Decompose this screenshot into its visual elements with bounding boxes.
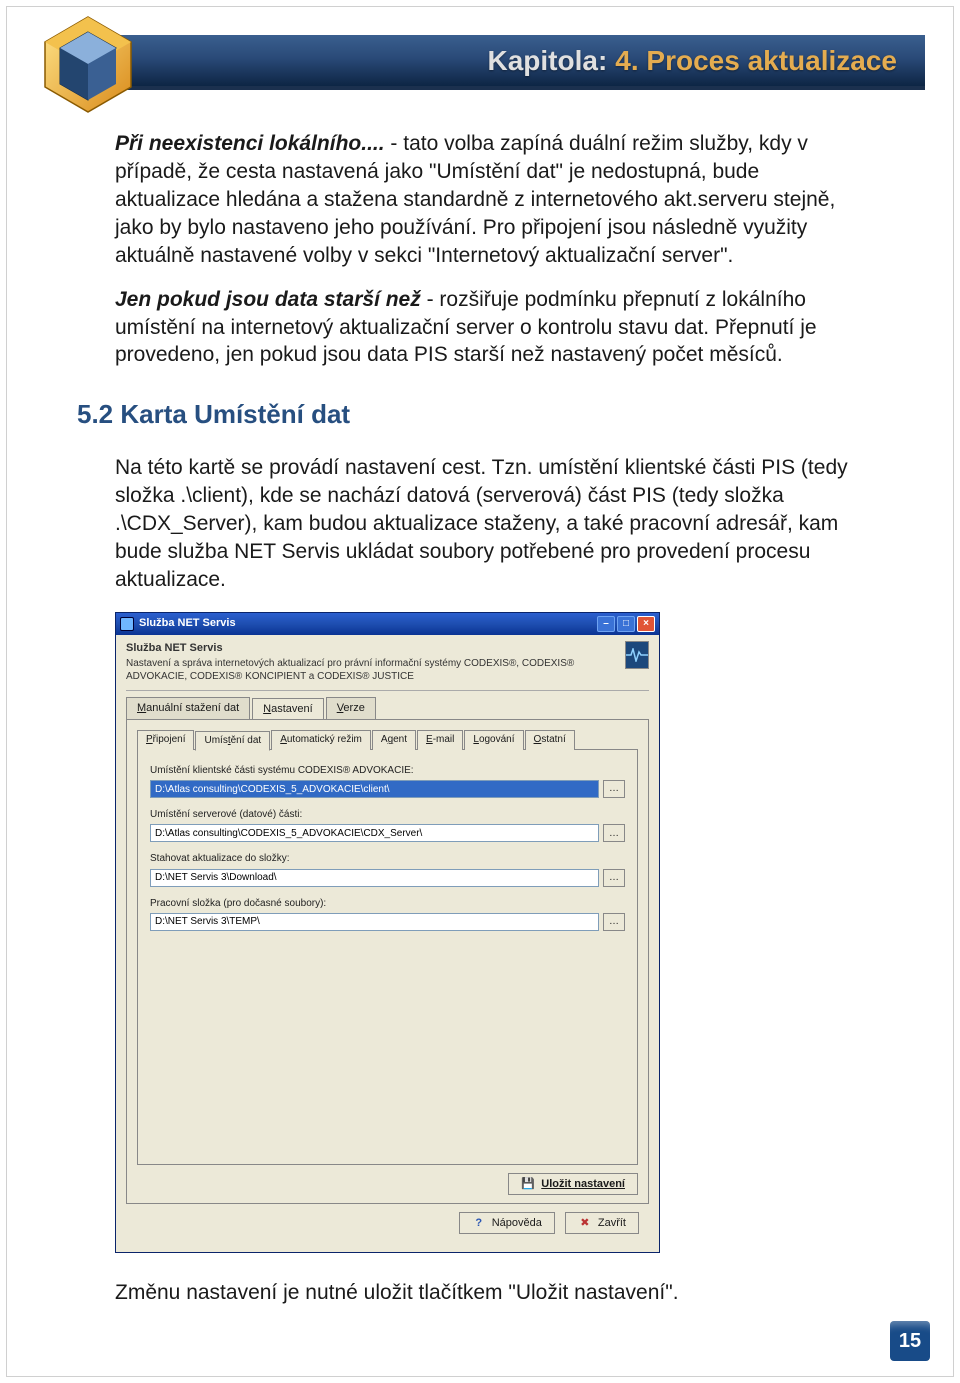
subtab-email[interactable]: E-mail bbox=[417, 730, 463, 749]
subtab-agent[interactable]: Agent bbox=[372, 730, 416, 749]
field-label: Umístění klientské části systému CODEXIS… bbox=[150, 764, 625, 777]
screenshot-window: Služba NET Servis – □ × Služba NET Servi… bbox=[115, 612, 660, 1254]
para2-lead: Jen pokud jsou data starší než bbox=[115, 288, 421, 311]
settings-panel: Připojení Umístění dat Automatický režim… bbox=[126, 719, 649, 1204]
page-number: 15 bbox=[899, 1330, 921, 1353]
page-number-badge: 15 bbox=[890, 1321, 930, 1361]
subtab-auto-mode[interactable]: Automatický režim bbox=[271, 730, 371, 749]
section-heading: 5.2 Karta Umístění dat bbox=[77, 397, 865, 432]
content-area: Při neexistenci lokálního.... - tato vol… bbox=[115, 130, 865, 1323]
field-temp-path: Pracovní složka (pro dočasné soubory): … bbox=[150, 897, 625, 931]
server-path-input[interactable] bbox=[150, 824, 599, 842]
field-label: Umístění serverové (datové) části: bbox=[150, 808, 625, 821]
titlebar: Služba NET Servis – □ × bbox=[116, 613, 659, 635]
tab-manual-download[interactable]: Manuální stažení dat bbox=[126, 697, 250, 720]
tab-version[interactable]: Verze bbox=[326, 697, 376, 720]
field-label: Stahovat aktualizace do složky: bbox=[150, 852, 625, 865]
data-location-panel: Umístění klientské části systému CODEXIS… bbox=[137, 749, 638, 1166]
field-server-path: Umístění serverové (datové) části: … bbox=[150, 808, 625, 842]
subtab-other[interactable]: Ostatní bbox=[525, 730, 575, 749]
chapter-header: Kapitola: 4. Proces aktualizace bbox=[120, 35, 925, 90]
browse-button[interactable]: … bbox=[603, 869, 625, 887]
app-header-subtitle: Nastavení a správa internetových aktuali… bbox=[126, 657, 617, 684]
save-label: Uložit nastavení bbox=[541, 1177, 625, 1192]
help-button[interactable]: ? Nápověda bbox=[459, 1212, 555, 1234]
brand-logo bbox=[38, 12, 138, 117]
maximize-button[interactable]: □ bbox=[617, 616, 635, 632]
subtab-data-location[interactable]: Umístění dat bbox=[195, 731, 270, 750]
paragraph-1: Při neexistenci lokálního.... - tato vol… bbox=[115, 130, 865, 270]
window-title: Služba NET Servis bbox=[139, 616, 236, 631]
close-icon: ✖ bbox=[578, 1216, 592, 1230]
field-download-path: Stahovat aktualizace do složky: … bbox=[150, 852, 625, 886]
close-label: Zavřít bbox=[598, 1216, 626, 1231]
subtab-connection[interactable]: Připojení bbox=[137, 730, 194, 749]
subtab-logging[interactable]: Logování bbox=[464, 730, 523, 749]
tab-settings[interactable]: Nastavení bbox=[252, 698, 324, 721]
paragraph-2: Jen pokud jsou data starší než - rozšiřu… bbox=[115, 286, 865, 370]
close-window-button[interactable]: × bbox=[637, 616, 655, 632]
help-icon: ? bbox=[472, 1216, 486, 1230]
pulse-icon bbox=[625, 641, 649, 669]
close-button[interactable]: ✖ Zavřít bbox=[565, 1212, 639, 1234]
app-header: Služba NET Servis Nastavení a správa int… bbox=[126, 641, 649, 684]
chapter-title: 4. Proces aktualizace bbox=[615, 45, 897, 77]
save-settings-button[interactable]: 💾 Uložit nastavení bbox=[508, 1173, 638, 1195]
chapter-label: Kapitola: bbox=[487, 45, 607, 77]
paragraph-footer: Změnu nastavení je nutné uložit tlačítke… bbox=[115, 1279, 865, 1307]
paragraph-3: Na této kartě se provádí nastavení cest.… bbox=[115, 454, 865, 594]
save-icon: 💾 bbox=[521, 1177, 535, 1191]
app-header-title: Služba NET Servis bbox=[126, 641, 617, 656]
client-path-input[interactable] bbox=[150, 780, 599, 798]
browse-button[interactable]: … bbox=[603, 824, 625, 842]
minimize-button[interactable]: – bbox=[597, 616, 615, 632]
browse-button[interactable]: … bbox=[603, 780, 625, 798]
browse-button[interactable]: … bbox=[603, 913, 625, 931]
field-label: Pracovní složka (pro dočasné soubory): bbox=[150, 897, 625, 910]
dialog-footer: ? Nápověda ✖ Zavřít bbox=[126, 1204, 649, 1244]
help-label: Nápověda bbox=[492, 1216, 542, 1231]
main-tabs: Manuální stažení dat Nastavení Verze bbox=[126, 697, 649, 720]
field-client-path: Umístění klientské části systému CODEXIS… bbox=[150, 764, 625, 798]
para1-lead: Při neexistenci lokálního.... bbox=[115, 132, 385, 155]
temp-path-input[interactable] bbox=[150, 913, 599, 931]
download-path-input[interactable] bbox=[150, 869, 599, 887]
app-icon bbox=[120, 617, 134, 631]
sub-tabs: Připojení Umístění dat Automatický režim… bbox=[137, 730, 638, 749]
